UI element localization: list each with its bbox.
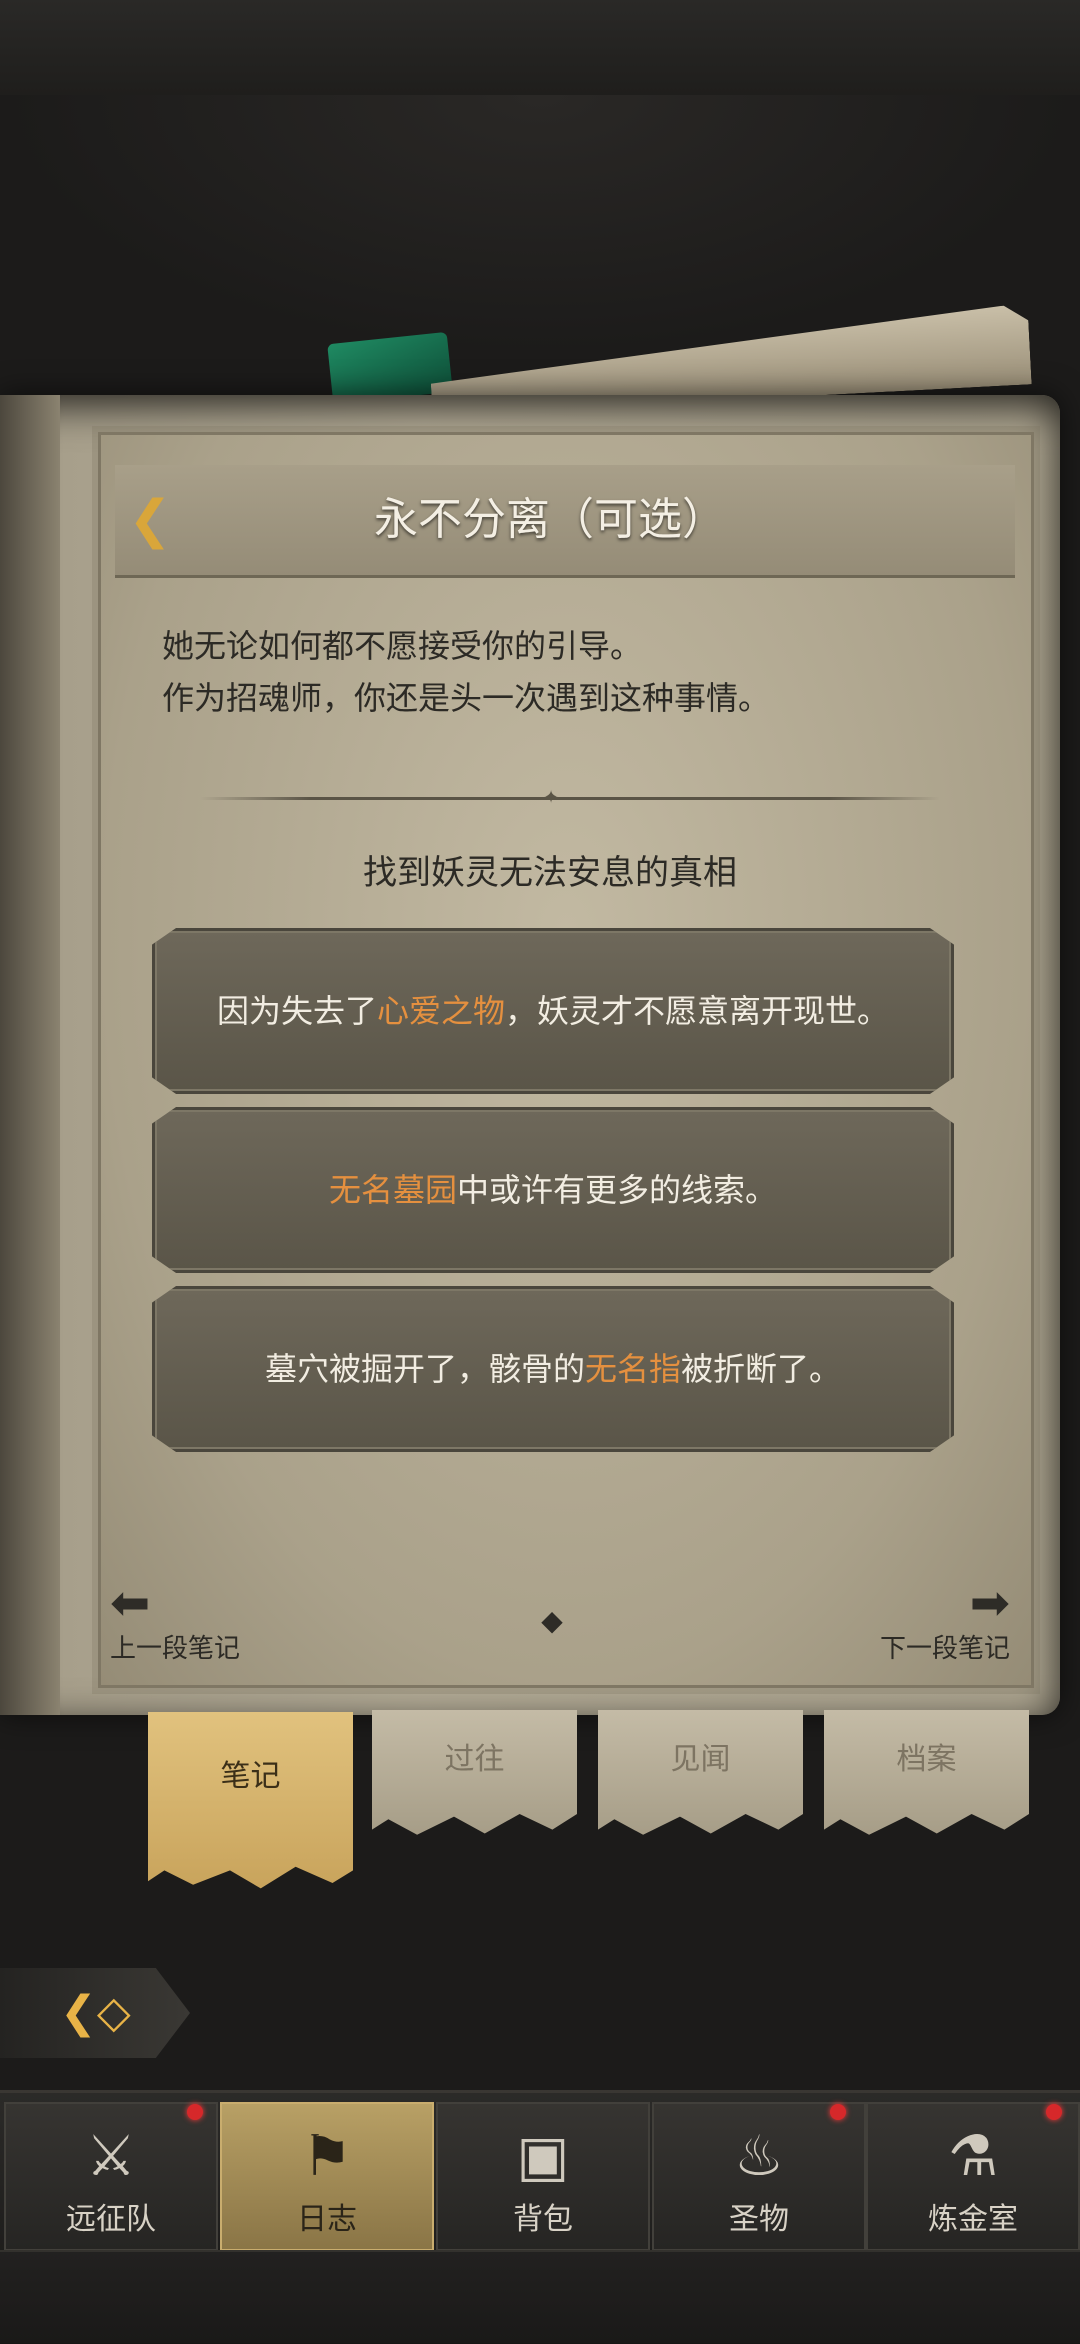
nav-label: 远征队 — [66, 2202, 156, 2237]
notification-badge — [187, 2104, 203, 2120]
tab-observations[interactable]: 见闻 — [598, 1710, 803, 1835]
back-button[interactable]: ❮ — [120, 494, 180, 546]
nav-label: 炼金室 — [928, 2202, 1018, 2237]
nav-relics[interactable]: ♨ 圣物 — [652, 2102, 866, 2251]
book-spine — [0, 395, 60, 1715]
bottom-frame — [0, 2250, 1080, 2343]
relic-icon: ♨ — [733, 2124, 785, 2189]
section-heading: 找到妖灵无法安息的真相 — [363, 853, 737, 893]
tab-notes[interactable]: 笔记 — [148, 1712, 353, 1889]
left-arrow-icon: ⬅ — [110, 1575, 151, 1631]
backpack-icon: ▣ — [516, 2124, 570, 2189]
next-note-label: 下一段笔记 — [879, 1634, 1010, 1664]
nav-label: 背包 — [513, 2202, 573, 2237]
previous-note-label: 上一段笔记 — [110, 1634, 241, 1664]
quest-description: 她无论如何都不愿接受你的引导。 作为招魂师，你还是头一次遇到这种事情。 — [162, 620, 982, 724]
clue-card[interactable]: 因为失去了心爱之物，妖灵才不愿意离开现世。 — [152, 928, 954, 1094]
clue-text: 因为失去了 — [216, 992, 377, 1030]
tab-past[interactable]: 过往 — [372, 1710, 577, 1835]
journal-icon: ⚑ — [301, 2124, 353, 2189]
clue-keyword: 无名指 — [584, 1350, 681, 1388]
clue-card[interactable]: 无名墓园中或许有更多的线索。 — [152, 1107, 954, 1273]
clue-keyword: 心爱之物 — [376, 992, 505, 1030]
nav-label: 日志 — [297, 2202, 357, 2237]
clue-keyword: 无名墓园 — [328, 1171, 457, 1209]
nav-alchemy-room[interactable]: ⚗ 炼金室 — [866, 2102, 1080, 2251]
nav-backpack[interactable]: ▣ 背包 — [436, 2102, 650, 2251]
page-title: 永不分离（可选） — [374, 494, 726, 545]
top-ornament — [0, 95, 1080, 355]
nav-label: 圣物 — [729, 2202, 789, 2237]
nav-journal[interactable]: ⚑ 日志 — [220, 2102, 434, 2251]
side-menu-toggle-button[interactable]: ❮◇ — [0, 1968, 190, 2058]
page-indicator-icon: ◆ — [541, 1604, 563, 1637]
alchemy-icon: ⚗ — [947, 2124, 999, 2189]
divider-ornament-icon: ✦ — [543, 787, 559, 808]
description-line: 她无论如何都不愿接受你的引导。 — [162, 627, 643, 665]
top-frame — [0, 0, 1080, 97]
clue-text: 墓穴被掘开了，骸骨的 — [264, 1350, 585, 1388]
clue-text: 被折断了。 — [681, 1350, 842, 1388]
description-line: 作为招魂师，你还是头一次遇到这种事情。 — [162, 679, 771, 717]
next-note-button[interactable]: ➡ 下一段笔记 — [850, 1578, 1010, 1668]
back-arrow-icon: ❮ — [128, 490, 172, 550]
tab-archive[interactable]: 档案 — [824, 1710, 1029, 1835]
nav-expedition[interactable]: ⚔ 远征队 — [4, 2102, 218, 2251]
clue-text: ，妖灵才不愿意离开现世。 — [505, 992, 890, 1030]
clue-card[interactable]: 墓穴被掘开了，骸骨的无名指被折断了。 — [152, 1286, 954, 1452]
divider — [200, 797, 940, 800]
right-arrow-icon: ➡ — [969, 1575, 1010, 1631]
clue-text: 中或许有更多的线索。 — [457, 1171, 778, 1209]
notification-badge — [1046, 2104, 1062, 2120]
chevron-left-icon: ❮◇ — [60, 1987, 131, 2038]
notification-badge — [830, 2104, 846, 2120]
helmet-icon: ⚔ — [85, 2124, 137, 2189]
previous-note-button[interactable]: ⬅ 上一段笔记 — [110, 1578, 270, 1668]
